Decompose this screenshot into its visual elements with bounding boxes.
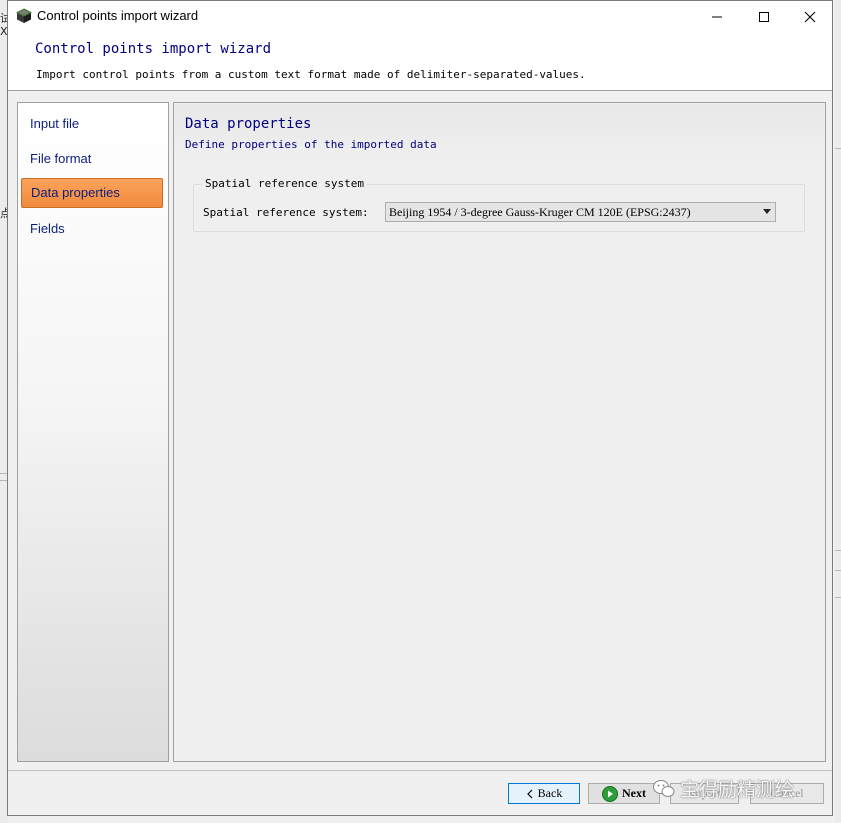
minimize-button[interactable] — [694, 1, 740, 32]
window-title: Control points import wizard — [37, 8, 199, 23]
arrow-right-circle-icon — [602, 785, 618, 802]
wizard-window: Control points import wizard Control poi… — [7, 0, 833, 816]
wizard-steps-sidebar: Input file File format Data properties F… — [17, 102, 169, 762]
srs-combobox[interactable]: Beijing 1954 / 3-degree Gauss-Kruger CM … — [385, 202, 776, 222]
page-header: Data properties Define properties of the… — [175, 104, 824, 158]
back-button-label: Back — [537, 786, 563, 800]
chevron-left-icon — [526, 789, 533, 798]
step-file-format[interactable]: File format — [21, 144, 163, 174]
import-button-label: Import — [688, 786, 721, 800]
page-subtitle: Define properties of the imported data — [185, 138, 437, 151]
maximize-icon — [759, 11, 769, 22]
next-button-label: Next — [622, 786, 646, 800]
step-data-properties[interactable]: Data properties — [21, 178, 163, 208]
chevron-down-icon — [763, 209, 771, 214]
srs-groupbox: Spatial reference system Spatial referen… — [193, 177, 805, 232]
wizard-title: Control points import wizard — [35, 41, 272, 57]
footer-divider — [8, 770, 832, 771]
step-fields[interactable]: Fields — [21, 214, 163, 244]
srs-label: Spatial reference system: — [203, 206, 369, 219]
maximize-button[interactable] — [741, 1, 787, 32]
minimize-icon — [712, 16, 722, 17]
background-divider — [835, 597, 841, 598]
background-divider — [835, 550, 841, 551]
background-divider — [835, 148, 841, 149]
title-bar[interactable]: Control points import wizard — [8, 1, 832, 32]
wizard-subtitle: Import control points from a custom text… — [36, 68, 586, 81]
srs-selected-value: Beijing 1954 / 3-degree Gauss-Kruger CM … — [389, 205, 691, 219]
back-button[interactable]: Back — [508, 783, 580, 804]
groupbox-legend: Spatial reference system — [202, 177, 367, 190]
page-title: Data properties — [185, 116, 312, 132]
next-button[interactable]: Next — [588, 783, 660, 804]
import-button[interactable]: Import — [670, 783, 739, 804]
wizard-header: Control points import wizard Import cont… — [8, 32, 832, 91]
wizard-page: Data properties Define properties of the… — [173, 102, 826, 762]
close-button[interactable] — [787, 1, 833, 32]
cancel-button[interactable]: Cancel — [750, 783, 824, 804]
background-divider — [835, 570, 841, 571]
background-app-right — [835, 0, 841, 823]
cancel-button-label: Cancel — [770, 786, 804, 800]
close-icon — [804, 11, 816, 22]
step-input-file[interactable]: Input file — [21, 109, 163, 139]
cube-icon — [15, 8, 33, 24]
